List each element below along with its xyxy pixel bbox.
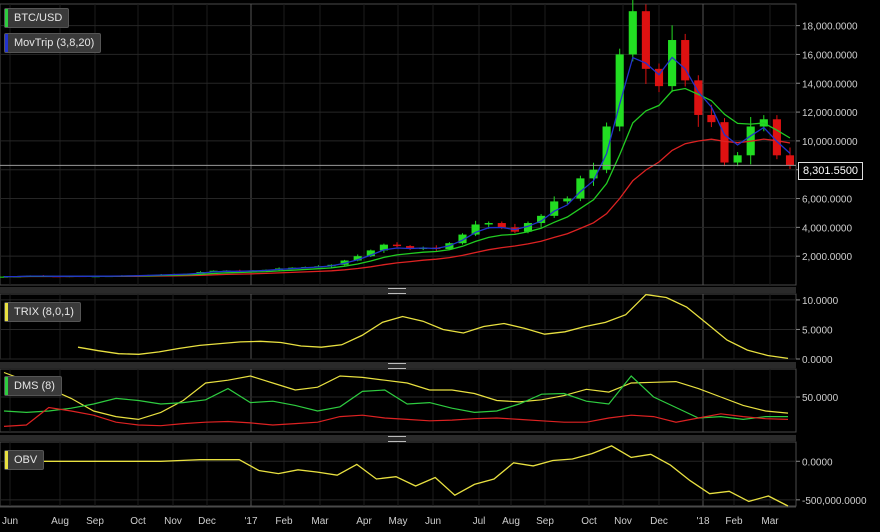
x-tick-label: Feb [725,516,743,527]
y-tick-label: 16,000.0000 [802,50,858,61]
y-tick-label: 0.0000 [802,355,833,366]
panel-divider-2[interactable] [0,362,796,369]
x-tick-label: Jun [425,516,441,527]
candle-body [694,80,703,115]
x-tick-label: Mar [311,516,329,527]
series-color-swatch [5,451,8,469]
x-tick-label: Oct [130,516,146,527]
panel-divider-3[interactable] [0,435,796,442]
x-tick-label: Jul [473,516,486,527]
x-tick-label: '17 [244,516,257,527]
x-tick-label: Nov [164,516,182,527]
candle-body [641,11,650,69]
current-price-tag: 8,301.5500 [798,162,864,180]
candle-body [707,114,716,123]
y-tick-label: 10,000.0000 [802,137,858,148]
y-tick-label: 18,000.0000 [802,22,858,33]
trix-label[interactable]: TRIX (8,0,1) [4,302,81,322]
series-color-swatch [5,9,8,27]
dms-label[interactable]: DMS (8) [4,376,62,396]
drag-grip-icon[interactable] [388,288,406,294]
y-tick-label: 0.0000 [802,457,833,468]
y-tick-label: 2,000.0000 [802,252,852,263]
x-tick-label: Dec [198,516,216,527]
y-tick-label: 10.0000 [802,296,839,307]
x-tick-label: Aug [502,516,520,527]
y-tick-label: 12,000.0000 [802,108,858,119]
drag-grip-icon[interactable] [388,363,406,369]
series-color-swatch [5,34,8,52]
y-tick-label: -500,000.0000 [802,496,867,507]
candle-body [772,119,781,156]
x-tick-label: Mar [761,516,779,527]
obv-label[interactable]: OBV [4,450,45,470]
candle-body [563,198,572,202]
moving-average-label[interactable]: MovTrip (3,8,20) [4,33,102,53]
x-tick-label: '18 [696,516,709,527]
candle-body [785,155,795,166]
x-tick-label: Apr [356,516,372,527]
x-tick-label: Aug [51,516,69,527]
candle-body [628,11,637,55]
y-tick-label: 50.0000 [802,393,839,404]
panel-divider-1[interactable] [0,287,796,294]
y-tick-label: 6,000.0000 [802,195,852,206]
x-tick-label: Oct [581,516,597,527]
y-tick-label: 5.0000 [802,325,833,336]
series-color-swatch [5,377,8,395]
chart-stage: Jun Aug Sep Oct Nov Dec '17 Feb Mar Apr May Jun Jul A… [0,0,867,527]
obv-label-text: OBV [14,454,38,466]
x-tick-label: Feb [275,516,293,527]
x-tick-label: Dec [650,516,668,527]
symbol-label[interactable]: BTC/USD [4,8,70,28]
series-color-swatch [5,303,8,321]
candle-body [484,223,493,225]
moving-average-label-text: MovTrip (3,8,20) [14,37,95,49]
drag-grip-icon[interactable] [388,436,406,442]
symbol-label-text: BTC/USD [14,12,63,24]
y-tick-label: 4,000.0000 [802,223,852,234]
x-tick-label: Jun [2,516,18,527]
x-tick-label: Sep [86,516,104,527]
y-tick-label: 14,000.0000 [802,79,858,90]
candle-body [392,244,402,247]
x-tick-label: Sep [536,516,554,527]
candle-body [733,155,742,163]
dms-label-text: DMS (8) [14,380,55,392]
candle-body [668,40,677,87]
x-tick-label: Nov [614,516,632,527]
candle-body [497,223,506,228]
x-tick-label: May [389,516,408,527]
trix-label-text: TRIX (8,0,1) [14,306,74,318]
candle-body [602,126,611,170]
